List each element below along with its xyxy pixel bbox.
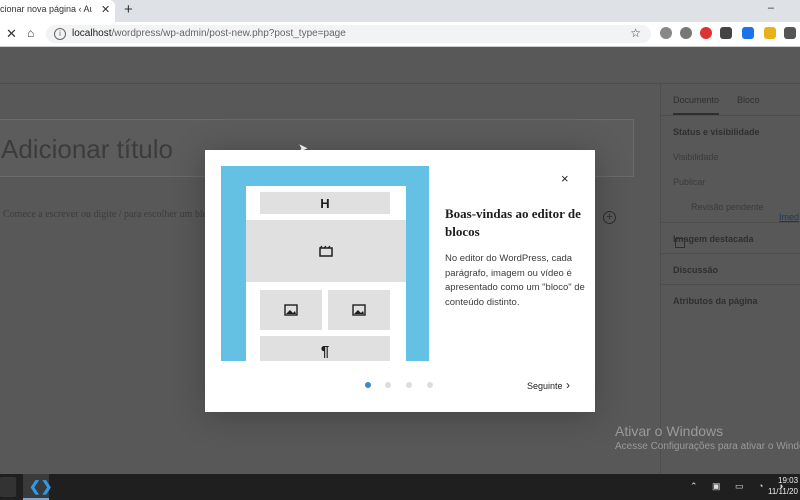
paragraph-placeholder[interactable]: Comece a escrever ou digite / para escol… <box>3 209 217 220</box>
windows-watermark-subtitle: Acesse Configurações para ativar o Windo… <box>615 441 800 452</box>
featured-image-panel[interactable]: Imagem destacada <box>673 234 754 244</box>
modal-title: Boas-vindas ao editor de blocos <box>445 206 581 239</box>
vscode-taskbar-icon[interactable]: ❮❯ <box>23 474 53 500</box>
extension-icon[interactable] <box>764 27 776 39</box>
minimize-button[interactable]: – <box>768 2 792 14</box>
tab-title: cionar nova página ‹ Aula W <box>0 4 92 14</box>
browser-tab-bar: cionar nova página ‹ Aula W ✕ + – <box>0 0 800 22</box>
divider <box>661 253 800 254</box>
image-icon <box>328 290 390 330</box>
page-attributes-panel[interactable]: Atributos da página <box>673 296 758 306</box>
title-placeholder: Adicionar título <box>1 134 173 164</box>
bookmark-star-icon[interactable]: ☆ <box>630 26 641 40</box>
browser-tab[interactable]: cionar nova página ‹ Aula W ✕ <box>0 0 115 22</box>
illustration-page: H ¶ <box>246 186 406 361</box>
tab-block[interactable]: Bloco <box>737 95 760 105</box>
tab-close-icon[interactable]: ✕ <box>101 3 110 16</box>
close-icon[interactable]: × <box>561 171 569 186</box>
url-text[interactable]: localhost/wordpress/wp-admin/post-new.ph… <box>72 28 346 39</box>
block-editor-illustration: H ¶ <box>221 166 429 361</box>
status-visibility-heading[interactable]: Status e visibilidade <box>673 127 760 137</box>
editor-top-bar <box>0 47 800 84</box>
video-block <box>246 220 406 282</box>
extension-icon[interactable] <box>680 27 692 39</box>
video-icon <box>246 220 406 282</box>
new-tab-button[interactable]: + <box>124 1 133 18</box>
paragraph-block: ¶ <box>260 336 390 361</box>
windows-taskbar: ❮❯ ⌃ ▣ ▭ ◔ ◑ 19:03 11/11/20 <box>0 474 800 500</box>
divider <box>661 284 800 285</box>
url-field[interactable]: i localhost/wordpress/wp-admin/post-new.… <box>46 25 651 43</box>
modal-body: No editor do WordPress, cada parágrafo, … <box>445 253 585 308</box>
stop-loading-icon[interactable]: ✕ <box>6 26 17 42</box>
extension-icon[interactable] <box>700 27 712 39</box>
clock-time[interactable]: 19:03 <box>778 476 798 485</box>
divider <box>661 222 800 223</box>
puzzle-icon[interactable] <box>784 27 796 39</box>
pager-dot-2[interactable] <box>385 382 391 388</box>
discussion-panel[interactable]: Discussão <box>673 265 718 275</box>
pager-dot-1[interactable] <box>365 382 371 388</box>
chevron-right-icon[interactable]: › <box>566 378 570 392</box>
publish-label: Publicar <box>673 177 706 187</box>
settings-sidebar: Documento Bloco Status e visibilidade Vi… <box>660 83 800 474</box>
site-info-icon[interactable]: i <box>54 28 66 40</box>
vscode-icon: ❮❯ <box>29 478 53 494</box>
pending-review-label: Revisão pendente <box>691 202 764 212</box>
clock-date[interactable]: 11/11/20 <box>768 487 798 496</box>
windows-watermark-title: Ativar o Windows <box>615 423 724 439</box>
divider <box>661 115 800 116</box>
image-icon <box>260 290 322 330</box>
pager-dot-4[interactable] <box>427 382 433 388</box>
welcome-guide-modal: H ¶ × Boas-vindas ao editor de blocos No… <box>205 150 595 412</box>
extension-icon[interactable] <box>742 27 754 39</box>
tab-document[interactable]: Documento <box>673 95 720 115</box>
heading-glyph: H <box>320 195 330 211</box>
pager-dot-3[interactable] <box>406 382 412 388</box>
image-block <box>260 290 322 330</box>
chrome-taskbar-icon[interactable] <box>0 477 16 497</box>
publish-immediately-link[interactable]: Imed <box>779 212 799 222</box>
visibility-label: Visibilidade <box>673 152 719 162</box>
url-host: localhost <box>72 28 112 39</box>
url-path: /wordpress/wp-admin/post-new.php?post_ty… <box>111 28 346 39</box>
browser-address-bar: ✕ ⌂ i localhost/wordpress/wp-admin/post-… <box>0 22 800 47</box>
next-button[interactable]: Seguinte <box>527 381 563 391</box>
extension-icon[interactable] <box>720 27 732 39</box>
paragraph-glyph: ¶ <box>320 342 330 360</box>
image-block <box>328 290 390 330</box>
extension-icon[interactable] <box>660 27 672 39</box>
add-block-icon[interactable]: + <box>603 211 616 224</box>
heading-block: H <box>260 192 390 214</box>
home-icon[interactable]: ⌂ <box>27 26 34 40</box>
